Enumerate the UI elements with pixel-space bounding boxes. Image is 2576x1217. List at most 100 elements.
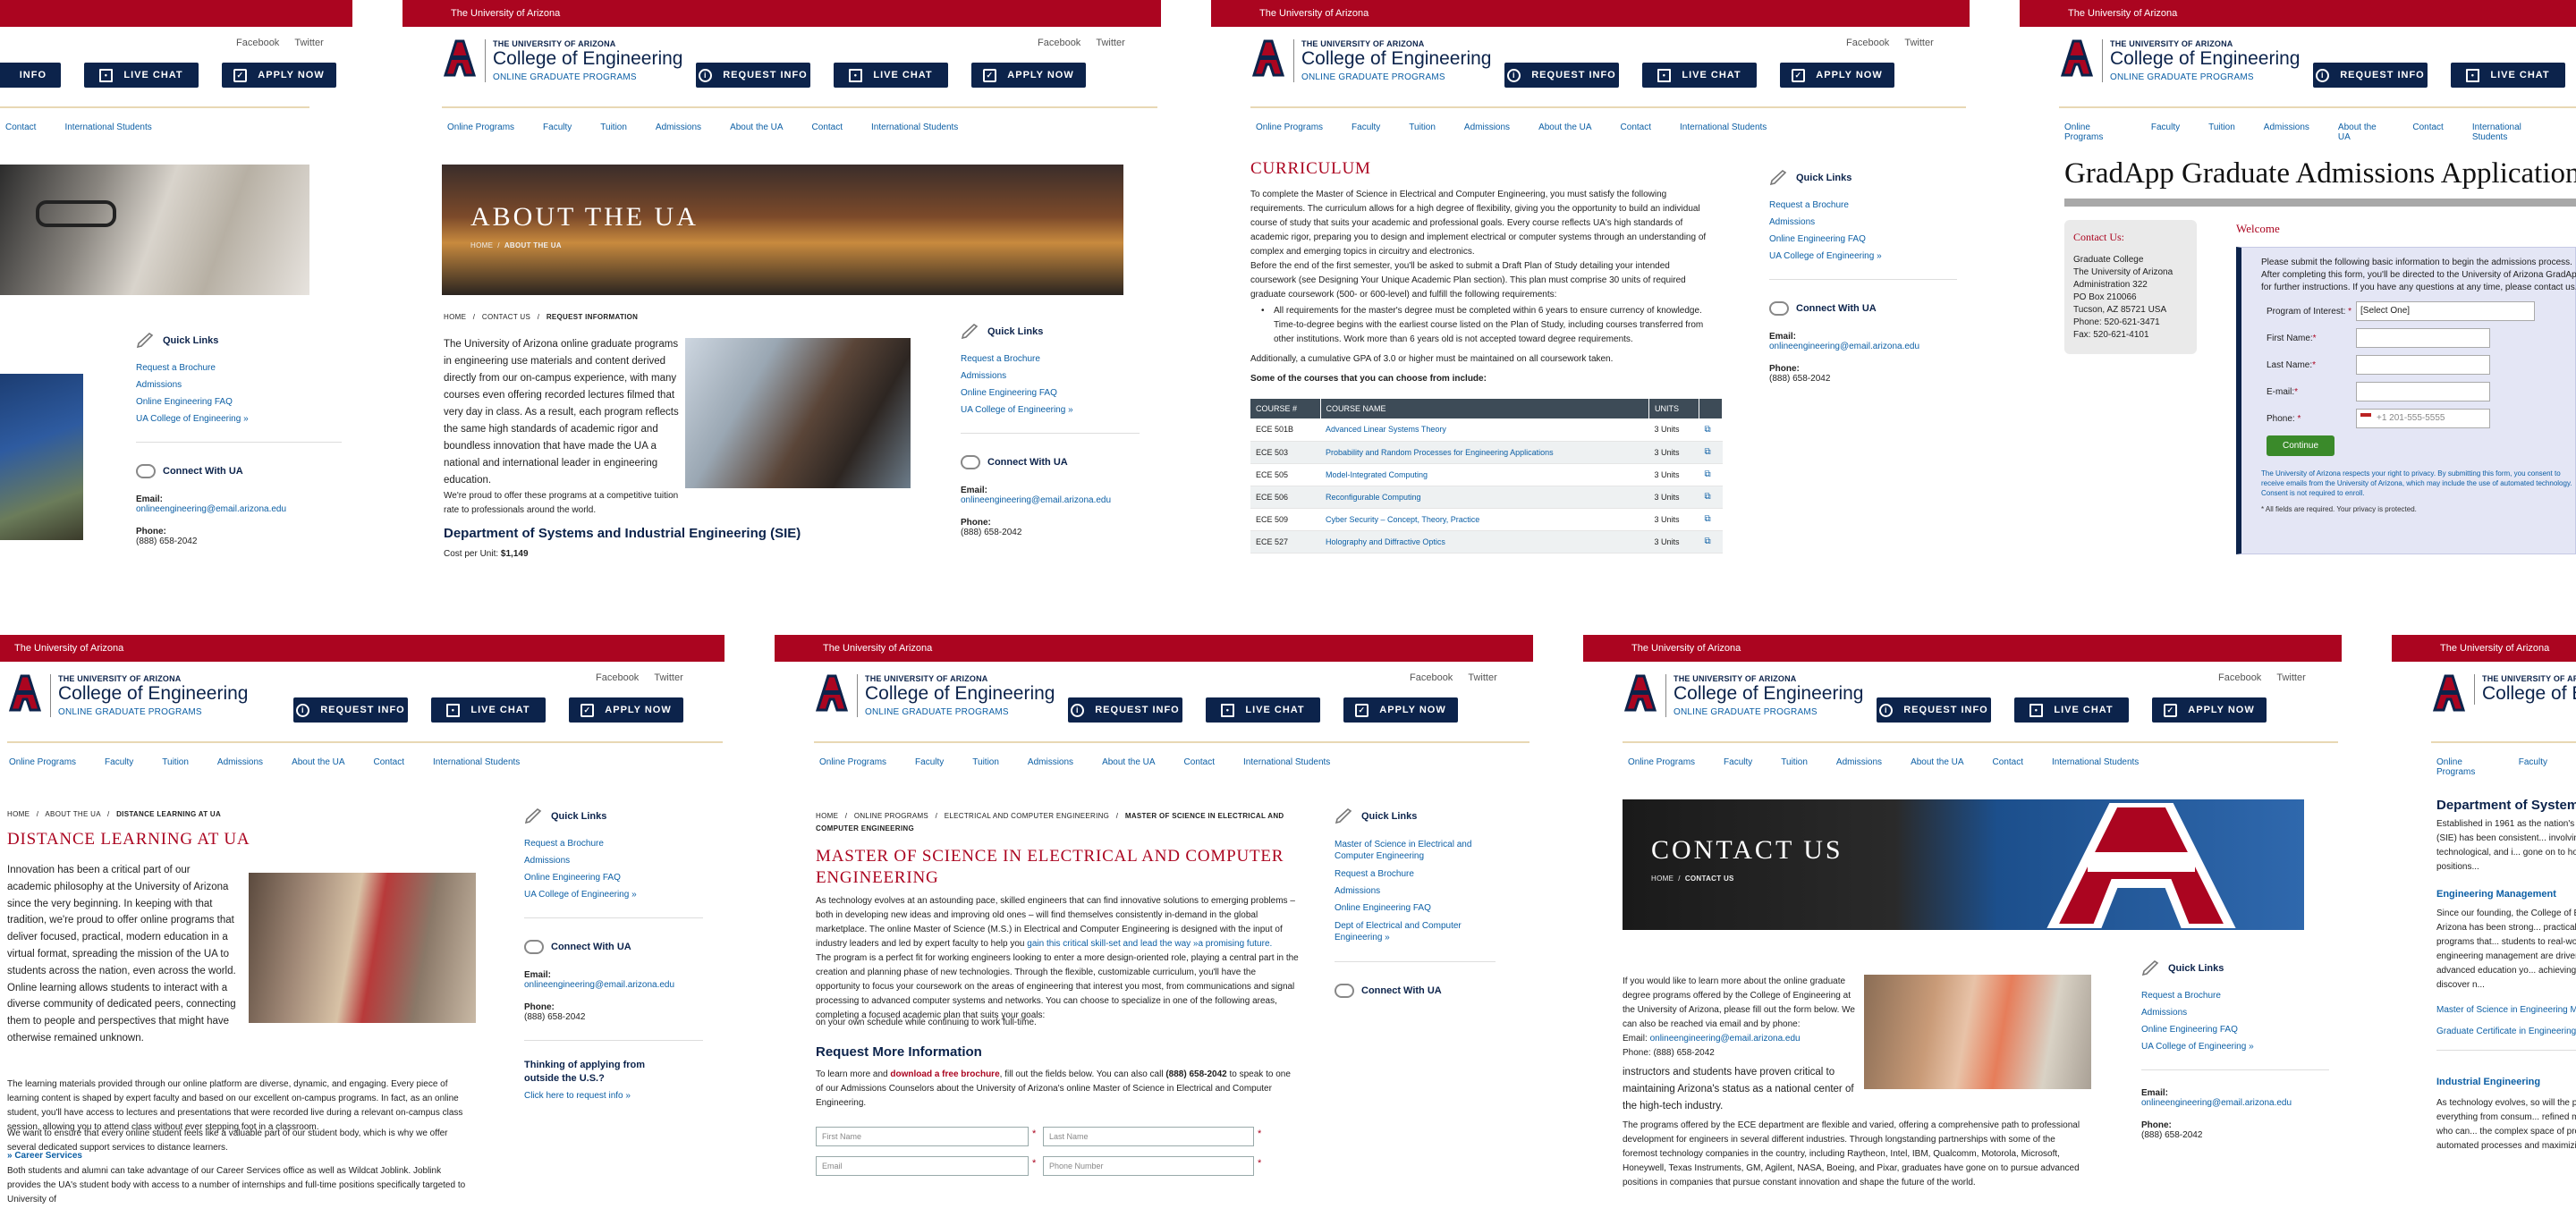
nav-contact[interactable]: Contact [5, 123, 36, 132]
facebook-link[interactable]: Facebook [2218, 672, 2261, 683]
crumb-home[interactable]: HOME [444, 313, 466, 321]
link-admissions[interactable]: Admissions [961, 371, 1140, 381]
nav-contact[interactable]: Contact [1621, 123, 1651, 132]
link-faq[interactable]: Online Engineering FAQ [524, 873, 703, 883]
link-admissions[interactable]: Admissions [136, 380, 342, 390]
live-chat-button[interactable]: • LIVE CHAT [431, 697, 546, 723]
nav-admissions[interactable]: Admissions [656, 123, 701, 132]
email-link[interactable]: onlineengineering@email.arizona.edu [961, 495, 1140, 505]
crumb-online-programs[interactable]: ONLINE PROGRAMS [854, 812, 928, 820]
nav-faculty[interactable]: Faculty [2519, 757, 2547, 777]
nav-faculty[interactable]: Faculty [105, 757, 133, 767]
nav-international[interactable]: International Students [871, 123, 958, 132]
nav-tuition[interactable]: Tuition [972, 757, 999, 767]
nav-about[interactable]: About the UA [1102, 757, 1155, 767]
logo[interactable]: THE UNIVERSITY OF ARIZONA College of Eng… [2431, 674, 2576, 712]
crumb-contact[interactable]: CONTACT US [482, 313, 530, 321]
nav-admissions[interactable]: Admissions [1464, 123, 1510, 132]
promising-future-link[interactable]: gain this critical skill-set and lead th… [1027, 939, 1272, 949]
link-college[interactable]: UA College of Engineering » [136, 414, 342, 424]
twitter-link[interactable]: Twitter [654, 672, 682, 683]
nav-faculty[interactable]: Faculty [2151, 123, 2180, 142]
nav-admissions[interactable]: Admissions [1836, 757, 1882, 767]
nav-contact[interactable]: Contact [1993, 757, 2023, 767]
crumb-about[interactable]: ABOUT THE UA [45, 810, 100, 818]
link-faq[interactable]: Online Engineering FAQ [2141, 1025, 2329, 1035]
facebook-link[interactable]: Facebook [1038, 38, 1080, 48]
nav-international[interactable]: International Students [1680, 123, 1767, 132]
external-link-icon[interactable]: ⧉ [1705, 447, 1711, 457]
external-link-icon[interactable]: ⧉ [1705, 492, 1711, 502]
nav-faculty[interactable]: Faculty [1352, 123, 1380, 132]
link-admissions[interactable]: Admissions [524, 856, 703, 866]
crumb-home[interactable]: HOME [816, 812, 838, 820]
nav-international[interactable]: International Students [2052, 757, 2139, 767]
last-name-input[interactable] [2356, 355, 2490, 375]
email-link[interactable]: onlineengineering@email.arizona.edu [2141, 1098, 2329, 1108]
live-chat-button[interactable]: • LIVE CHAT [1642, 63, 1757, 88]
crumb-home[interactable]: HOME [7, 810, 30, 818]
link-college[interactable]: UA College of Engineering » [1769, 251, 1957, 261]
nav-online-programs[interactable]: Online Programs [1628, 757, 1695, 767]
nav-international[interactable]: International Students [2472, 123, 2547, 142]
link-admissions[interactable]: Admissions [1335, 886, 1496, 896]
request-info-button[interactable]: INFO [0, 63, 61, 88]
phone-input[interactable]: +1 201-555-5555 [2356, 409, 2490, 428]
link-faq[interactable]: Online Engineering FAQ [1769, 234, 1957, 244]
request-info-button[interactable]: i REQUEST INFO [1877, 697, 1991, 723]
logo[interactable]: THE UNIVERSITY OF ARIZONA College of Eng… [1623, 674, 1863, 717]
email-input[interactable] [2356, 382, 2490, 401]
first-name-input[interactable]: First Name [816, 1127, 1029, 1146]
logo[interactable]: THE UNIVERSITY OF ARIZONA College of Eng… [1250, 39, 1491, 82]
phone-input[interactable]: Phone Number [1043, 1156, 1254, 1176]
brochure-link[interactable]: download a free brochure [890, 1069, 999, 1079]
logo[interactable]: THE UNIVERSITY OF ARIZONA College of Eng… [7, 674, 248, 717]
nav-international[interactable]: International Students [64, 123, 151, 132]
nav-tuition[interactable]: Tuition [162, 757, 189, 767]
sie-link-1[interactable]: Master of Science in Engineering Ma... [2436, 1005, 2576, 1015]
nav-online-programs[interactable]: Online Programs [2436, 757, 2490, 777]
link-admissions[interactable]: Admissions [2141, 1008, 2329, 1018]
nav-faculty[interactable]: Faculty [543, 123, 572, 132]
live-chat-button[interactable]: • LIVE CHAT [1206, 697, 1320, 723]
twitter-link[interactable]: Twitter [1904, 38, 1933, 48]
link-ece-dept[interactable]: Dept of Electrical and Computer Engineer… [1335, 920, 1496, 943]
link-college[interactable]: UA College of Engineering » [961, 405, 1140, 415]
nav-about[interactable]: About the UA [1911, 757, 1963, 767]
request-info-button[interactable]: i REQUEST INFO [1504, 63, 1619, 88]
nav-about[interactable]: About the UA [2338, 123, 2384, 142]
logo[interactable]: THE UNIVERSITY OF ARIZONA College of Eng… [442, 39, 682, 82]
nav-international[interactable]: International Students [1243, 757, 1330, 767]
live-chat-button[interactable]: • LIVE CHAT [834, 63, 948, 88]
facebook-link[interactable]: Facebook [596, 672, 639, 683]
nav-admissions[interactable]: Admissions [217, 757, 263, 767]
nav-about[interactable]: About the UA [1538, 123, 1591, 132]
link-college[interactable]: UA College of Engineering » [524, 890, 703, 900]
live-chat-button[interactable]: • LIVE CHAT [2451, 63, 2565, 88]
program-select[interactable]: [Select One] [2356, 301, 2535, 321]
continue-button[interactable]: Continue [2267, 435, 2335, 456]
email-link[interactable]: onlineengineering@email.arizona.edu [1769, 342, 1957, 351]
link-brochure[interactable]: Request a Brochure [2141, 991, 2329, 1001]
nav-tuition[interactable]: Tuition [1781, 757, 1808, 767]
sie-link-2[interactable]: Graduate Certificate in Engineering M... [2436, 1027, 2576, 1036]
external-link-icon[interactable]: ⧉ [1705, 514, 1711, 524]
link-brochure[interactable]: Request a Brochure [1769, 200, 1957, 210]
link-faq[interactable]: Online Engineering FAQ [961, 388, 1140, 398]
course-name-link[interactable]: Reconfigurable Computing [1326, 493, 1421, 502]
apply-now-button[interactable]: ✓ APPLY NOW [971, 63, 1086, 88]
nav-about[interactable]: About the UA [292, 757, 344, 767]
external-link-icon[interactable]: ⧉ [1705, 425, 1711, 435]
nav-admissions[interactable]: Admissions [2264, 123, 2309, 142]
request-info-button[interactable]: i REQUEST INFO [2313, 63, 2428, 88]
request-info-button[interactable]: i REQUEST INFO [1068, 697, 1182, 723]
twitter-link[interactable]: Twitter [2276, 672, 2305, 683]
career-services-link[interactable]: » Career Services [7, 1151, 82, 1161]
nav-online-programs[interactable]: Online Programs [447, 123, 514, 132]
live-chat-button[interactable]: • LIVE CHAT [2014, 697, 2129, 723]
request-info-button[interactable]: i REQUEST INFO [696, 63, 810, 88]
link-brochure[interactable]: Request a Brochure [136, 363, 342, 373]
email-link[interactable]: onlineengineering@email.arizona.edu [524, 980, 703, 990]
facebook-link[interactable]: Facebook [1846, 38, 1889, 48]
nav-contact[interactable]: Contact [1184, 757, 1215, 767]
